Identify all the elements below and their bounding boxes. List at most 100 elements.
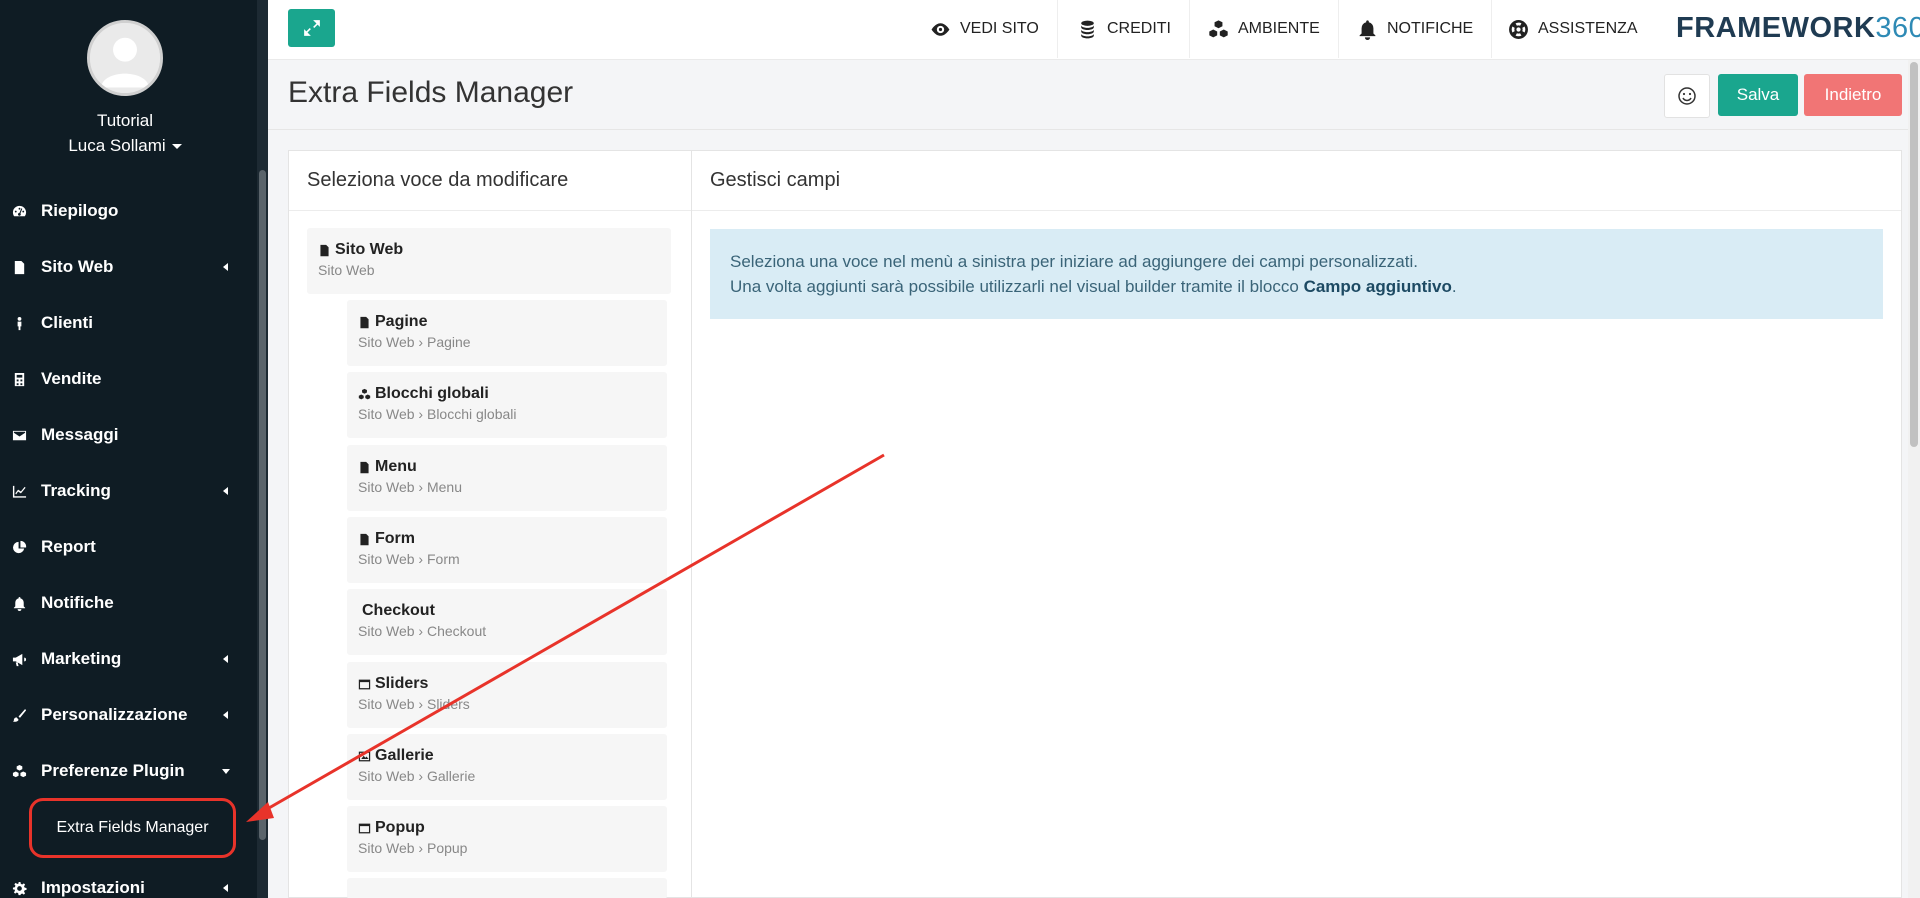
- envelope-icon: [10, 426, 28, 444]
- sidebar-item-notifiche[interactable]: Notifiche: [0, 583, 250, 623]
- window-icon: [358, 823, 371, 833]
- sidebar-item-messaggi[interactable]: Messaggi: [0, 415, 250, 455]
- sidebar-item-label: Tracking: [41, 481, 111, 500]
- sidebar-item-clienti[interactable]: Clienti: [0, 303, 250, 343]
- topbar-link-label: VEDI SITO: [960, 20, 1039, 37]
- tree-item-path: Sito Web › Form: [358, 551, 460, 567]
- topbar-link-crediti[interactable]: CREDITI: [1059, 0, 1190, 58]
- chevron-left-icon: [220, 653, 232, 665]
- file-icon: [360, 533, 369, 545]
- image-icon: [358, 751, 371, 761]
- pie-chart-icon: [10, 538, 28, 556]
- sidebar-subitem-extra-fields-manager[interactable]: Extra Fields Manager: [29, 798, 236, 858]
- topbar-link-notifiche[interactable]: NOTIFICHE: [1339, 0, 1493, 58]
- tree-item-title: Pagine: [375, 313, 428, 330]
- bell-icon: [10, 594, 28, 612]
- user-name: Luca Sollami: [68, 136, 166, 155]
- sidebar-item-label: Messaggi: [41, 425, 119, 444]
- back-button[interactable]: Indietro: [1804, 74, 1902, 116]
- expand-button[interactable]: [288, 9, 335, 47]
- sidebar-item-vendite[interactable]: Vendite: [0, 359, 250, 399]
- chevron-down-icon: [220, 765, 232, 777]
- sidebar-scrollbar-thumb[interactable]: [259, 170, 266, 840]
- sidebar-scrollbar[interactable]: [257, 0, 268, 898]
- sidebar-item-label: Preferenze Plugin: [41, 761, 185, 780]
- tree-item-title: Sito Web: [335, 241, 404, 258]
- file-icon: [360, 461, 369, 473]
- tree-item-sliders[interactable]: Sliders Sito Web › Sliders: [347, 662, 667, 728]
- cubes-icon: [10, 762, 28, 780]
- chevron-left-icon: [220, 261, 232, 273]
- tree-item-path: Sito Web › Sliders: [358, 696, 470, 712]
- framework360-logo[interactable]: FRAMEWORK360: [1676, 12, 1920, 45]
- file-icon: [10, 258, 28, 276]
- main-scrollbar-thumb[interactable]: [1910, 62, 1918, 447]
- tree-item-title: Checkout: [362, 602, 435, 619]
- tree-item-path: Sito Web › Menu: [358, 479, 463, 495]
- sidebar-item-label: Riepilogo: [41, 201, 119, 220]
- gear-icon: [10, 879, 28, 897]
- chevron-left-icon: [220, 485, 232, 497]
- topbar-link-assistenza[interactable]: ASSISTENZA: [1490, 0, 1656, 58]
- user-silhouette-icon: [90, 23, 160, 93]
- emoji-button[interactable]: [1664, 74, 1710, 118]
- sidebar-item-impostazioni[interactable]: Impostazioni: [0, 868, 250, 898]
- sidebar-item-preferenze-plugin[interactable]: Preferenze Plugin: [0, 751, 250, 791]
- expand-icon: [303, 20, 320, 36]
- file-icon: [360, 316, 369, 328]
- sidebar-item-sito-web[interactable]: Sito Web: [0, 247, 250, 287]
- window-icon: [358, 679, 371, 689]
- page-title: Extra Fields Manager: [288, 76, 574, 109]
- coins-icon: [1081, 20, 1094, 38]
- file-icon: [320, 244, 329, 256]
- user-avatar[interactable]: [87, 20, 163, 96]
- topbar-link-label: CREDITI: [1107, 20, 1171, 37]
- tree-item-pagine[interactable]: Pagine Sito Web › Pagine: [347, 300, 667, 366]
- tree-item-path: Sito Web › Blocchi globali: [358, 406, 517, 422]
- sidebar-item-riepilogo[interactable]: Riepilogo: [0, 191, 250, 231]
- sidebar-item-label: Notifiche: [41, 593, 114, 612]
- block-name: Campo aggiuntivo: [1303, 277, 1452, 296]
- main-scrollbar[interactable]: [1908, 60, 1920, 898]
- cubes-icon: [358, 388, 371, 399]
- save-button[interactable]: Salva: [1718, 74, 1798, 116]
- topbar-link-ambiente[interactable]: AMBIENTE: [1190, 0, 1339, 58]
- megaphone-icon: [10, 650, 28, 668]
- brush-icon: [10, 706, 28, 724]
- topbar-link-vedi-sito[interactable]: VEDI SITO: [912, 0, 1058, 58]
- topbar-link-label: NOTIFICHE: [1387, 20, 1474, 37]
- sidebar-item-personalizzazione[interactable]: Personalizzazione: [0, 695, 250, 735]
- sidebar: Tutorial Luca Sollami Riepilogo Sito Web…: [0, 0, 268, 898]
- person-icon: [10, 314, 28, 332]
- user-menu-toggle[interactable]: Luca Sollami: [0, 136, 250, 156]
- sidebar-item-label: Report: [41, 537, 96, 556]
- sidebar-item-tracking[interactable]: Tracking: [0, 471, 250, 511]
- tree-item-partial[interactable]: [347, 878, 667, 898]
- sidebar-item-label: Clienti: [41, 313, 93, 332]
- tree-item-gallerie[interactable]: Gallerie Sito Web › Gallerie: [347, 734, 667, 800]
- sidebar-item-report[interactable]: Report: [0, 527, 250, 567]
- lifebuoy-icon: [1509, 19, 1528, 39]
- panel-title: Seleziona voce da modificare: [289, 151, 691, 211]
- tree-item-checkout[interactable]: Checkout Sito Web › Checkout: [347, 589, 667, 655]
- tree-item-blocchi-globali[interactable]: Blocchi globali Sito Web › Blocchi globa…: [347, 372, 667, 438]
- eye-icon: [931, 22, 950, 36]
- caret-down-icon: [171, 144, 182, 150]
- tree-item-path: Sito Web › Checkout: [358, 623, 487, 639]
- tree-item-title: Gallerie: [375, 747, 434, 764]
- tree-item-menu[interactable]: Menu Sito Web › Menu: [347, 445, 667, 511]
- tree-item-path: Sito Web › Pagine: [358, 334, 471, 350]
- tree-item-path: Sito Web: [318, 262, 375, 278]
- info-line-1: Seleziona una voce nel menù a sinistra p…: [730, 252, 1418, 271]
- sidebar-item-marketing[interactable]: Marketing: [0, 639, 250, 679]
- page-header: Extra Fields Manager Salva Indietro: [268, 60, 1920, 130]
- sidebar-item-label: Marketing: [41, 649, 122, 668]
- tree-item-popup[interactable]: Popup Sito Web › Popup: [347, 806, 667, 872]
- tree-item-path: Sito Web › Popup: [358, 840, 468, 856]
- tree-item-sito-web[interactable]: Sito Web Sito Web: [307, 228, 671, 294]
- user-org: Tutorial: [96, 111, 154, 130]
- tree-item-form[interactable]: Form Sito Web › Form: [347, 517, 667, 583]
- sidebar-item-label: Personalizzazione: [41, 705, 188, 724]
- chevron-left-icon: [220, 709, 232, 721]
- logo-number: 360: [1875, 12, 1920, 44]
